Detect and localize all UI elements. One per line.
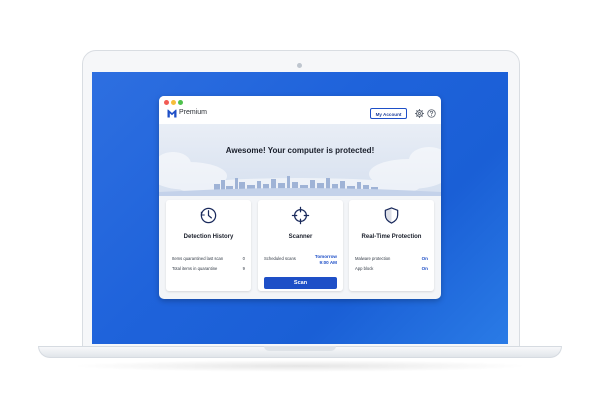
app-block-label: App block [355,266,374,271]
scheduled-scans-label: Scheduled scans [264,256,296,261]
total-items-in-quarantine-label: Total items in quarantine [172,266,218,271]
scheduled-scans-day: Tomorrow [314,254,337,259]
app-window: Premium My Account Awesome! Your compute… [159,96,441,299]
help-icon[interactable] [427,109,436,118]
city-skyline-illustration [159,176,441,196]
crosshair-icon [291,206,310,225]
laptop-notch [264,346,336,351]
close-window-button[interactable] [164,100,169,105]
malware-protection-label: Malware protection [355,256,391,261]
detection-history-card[interactable]: Detection History Items quarantined last… [166,200,251,291]
app-block-status[interactable]: On [422,266,428,272]
status-banner: Awesome! Your computer is protected! [159,124,441,196]
my-account-button[interactable]: My Account [370,108,407,119]
scheduled-scans-value: Tomorrow 9:00 AM [315,254,337,265]
gear-icon[interactable] [415,109,424,118]
real-time-protection-title: Real-Time Protection [361,234,422,240]
items-quarantined-last-scan-value: 0 [242,256,245,261]
malware-protection-status[interactable]: On [422,256,428,262]
shield-icon [384,207,399,224]
detection-history-title: Detection History [183,234,234,240]
clock-icon [200,207,217,224]
zoom-window-button[interactable] [178,100,183,105]
total-items-in-quarantine-value: 9 [242,266,245,271]
scan-button[interactable]: Scan [264,277,337,289]
scheduled-scans-time: 9:00 AM [319,259,337,265]
scanner-title: Scanner [288,234,313,240]
items-quarantined-last-scan-label: Items quarantined last scan [172,256,224,261]
app-title: Premium [179,109,208,116]
protection-status-headline: Awesome! Your computer is protected! [225,146,375,155]
title-bar: Premium My Account [159,96,441,124]
real-time-protection-card[interactable]: Real-Time Protection Malware protection … [349,200,434,291]
app-logo-icon [167,109,177,118]
scanner-card[interactable]: Scanner Scheduled scans Tomorrow 9:00 AM… [258,200,343,291]
camera-icon [297,63,302,68]
minimize-window-button[interactable] [171,100,176,105]
laptop-shadow [70,360,530,372]
